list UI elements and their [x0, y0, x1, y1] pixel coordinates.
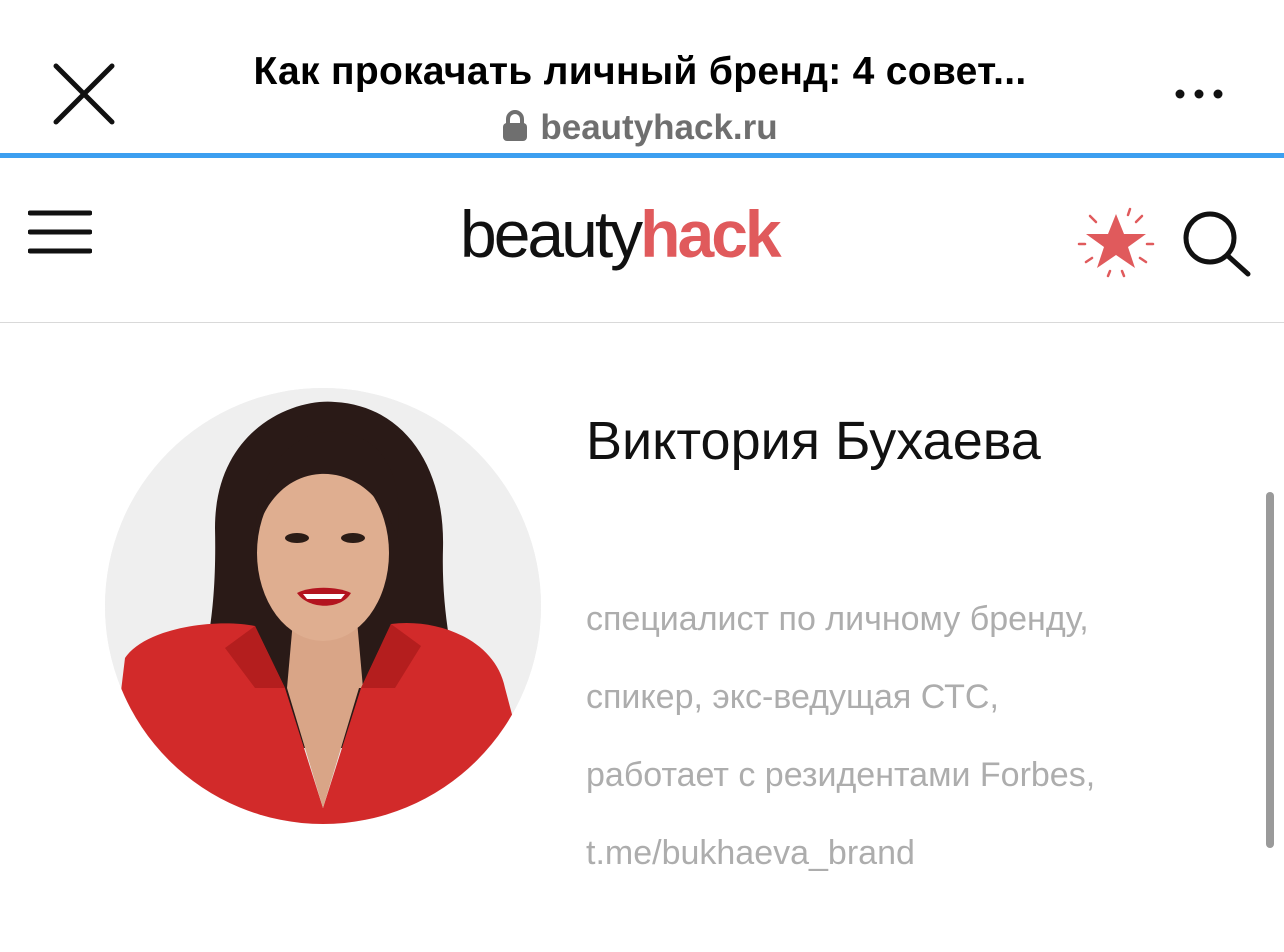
close-button[interactable] [46, 56, 122, 132]
lock-icon [502, 110, 528, 151]
close-icon [53, 63, 115, 125]
hamburger-menu-icon [27, 210, 93, 254]
author-name: Виктория Бухаева [586, 411, 1041, 471]
star-icon [1077, 207, 1155, 278]
author-bio: специалист по личному бренду, спикер, эк… [586, 580, 1226, 892]
author-avatar [105, 388, 541, 824]
author-bio-line: специалист по личному бренду, [586, 600, 1089, 638]
browser-toolbar: Как прокачать личный бренд: 4 совет... b… [0, 0, 1284, 155]
url-display[interactable]: beautyhack.ru [190, 108, 1090, 151]
author-bio-line: спикер, экс-ведущая СТС, [586, 678, 999, 716]
author-telegram-link[interactable]: t.me/bukhaeva_brand [586, 814, 1226, 892]
favorites-button[interactable] [1076, 206, 1156, 278]
search-button[interactable] [1178, 208, 1254, 278]
logo-text-beauty: beauty [460, 197, 643, 271]
more-options-button[interactable] [1168, 80, 1230, 108]
url-text: beautyhack.ru [540, 108, 778, 147]
page-title: Как прокачать личный бренд: 4 совет... [253, 50, 1027, 93]
more-dots-icon [1175, 89, 1223, 99]
scrollbar[interactable] [1266, 492, 1274, 848]
search-icon [1183, 211, 1251, 277]
author-bio-line: работает с резидентами Forbes, [586, 756, 1096, 794]
logo-text-hack: hack [640, 197, 781, 271]
site-header: beautyhack [0, 158, 1284, 323]
site-logo[interactable]: beautyhack [460, 194, 830, 274]
menu-button[interactable] [27, 208, 93, 256]
